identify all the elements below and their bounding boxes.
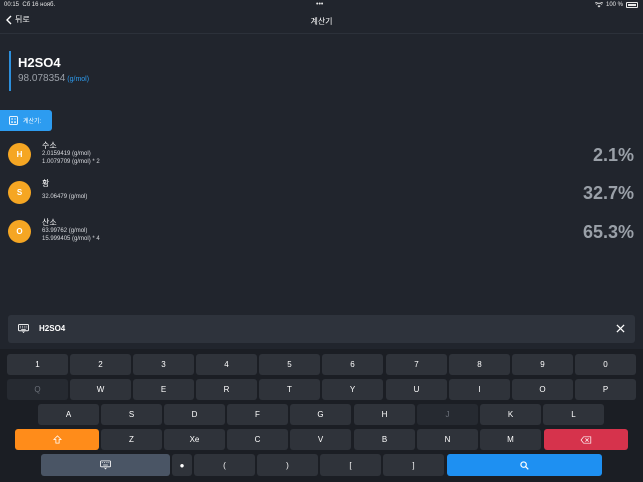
element-row-oxygen: O 산소 63.99762 (g/mol) 15.999405 (g/mol) … bbox=[0, 216, 643, 248]
wifi-icon bbox=[594, 2, 603, 8]
key-d[interactable]: D bbox=[164, 404, 225, 425]
element-badge: O bbox=[8, 220, 31, 243]
key-3[interactable]: 3 bbox=[133, 354, 194, 375]
key-a[interactable]: A bbox=[38, 404, 99, 425]
nav-bar: 뒤로 계산기 bbox=[0, 11, 643, 33]
key-y[interactable]: Y bbox=[322, 379, 383, 400]
key-4[interactable]: 4 bbox=[196, 354, 257, 375]
backspace-icon bbox=[580, 435, 592, 444]
shift-key[interactable] bbox=[15, 429, 99, 450]
element-percent: 2.1% bbox=[592, 145, 634, 165]
element-percent: 32.7% bbox=[582, 183, 634, 203]
element-name: 수소 bbox=[42, 141, 57, 150]
status-right: 100 % bbox=[594, 2, 638, 8]
calculator-icon bbox=[9, 116, 18, 125]
key-open-paren[interactable]: ( bbox=[194, 454, 255, 476]
key-6[interactable]: 6 bbox=[322, 354, 383, 375]
formula-header: H2SO4 98.078354 (g/mol) bbox=[9, 51, 89, 91]
formula-input-value: H2SO4 bbox=[39, 324, 66, 333]
key-close-bracket[interactable]: ] bbox=[383, 454, 444, 476]
key-n[interactable]: N bbox=[417, 429, 478, 450]
key-l[interactable]: L bbox=[543, 404, 604, 425]
key-0[interactable]: 0 bbox=[575, 354, 636, 375]
key-2[interactable]: 2 bbox=[70, 354, 131, 375]
element-mass: 63.99762 (g/mol) bbox=[42, 228, 88, 234]
element-badge: H bbox=[8, 143, 31, 166]
element-name: 산소 bbox=[42, 218, 57, 227]
calculator-tab-label: 계산기: bbox=[23, 119, 42, 125]
key-7[interactable]: 7 bbox=[386, 354, 447, 375]
key-xe[interactable]: Xe bbox=[164, 429, 225, 450]
formula-name: H2SO4 bbox=[18, 55, 61, 70]
formula-mass-unit: (g/mol) bbox=[67, 76, 90, 83]
key-p[interactable]: P bbox=[575, 379, 636, 400]
element-row-hydrogen: H 수소 2.0159419 (g/mol) 1.0079709 (g/mol)… bbox=[0, 139, 643, 171]
element-percent: 65.3% bbox=[582, 222, 634, 242]
key-t[interactable]: T bbox=[259, 379, 320, 400]
element-row-sulfur: S 황 32.06479 (g/mol) 32.7% bbox=[0, 177, 643, 209]
key-g[interactable]: G bbox=[290, 404, 351, 425]
key-c[interactable]: C bbox=[227, 429, 288, 450]
key-5[interactable]: 5 bbox=[259, 354, 320, 375]
key-1[interactable]: 1 bbox=[7, 354, 68, 375]
element-mass: 2.0159419 (g/mol) bbox=[42, 151, 91, 157]
key-m[interactable]: M bbox=[480, 429, 541, 450]
formula-mass: 98.078354 (g/mol) bbox=[18, 73, 90, 84]
element-badge: S bbox=[8, 181, 31, 204]
key-open-bracket[interactable]: [ bbox=[320, 454, 381, 476]
key-k[interactable]: K bbox=[480, 404, 541, 425]
search-key[interactable] bbox=[447, 454, 602, 476]
key-f[interactable]: F bbox=[227, 404, 288, 425]
key-w[interactable]: W bbox=[70, 379, 131, 400]
clear-icon[interactable] bbox=[616, 324, 625, 333]
key-s[interactable]: S bbox=[101, 404, 162, 425]
keyboard-hide-icon bbox=[100, 460, 111, 470]
nav-divider bbox=[0, 33, 643, 34]
key-v[interactable]: V bbox=[290, 429, 351, 450]
element-mass: 32.06479 (g/mol) bbox=[42, 194, 88, 200]
backspace-key[interactable] bbox=[544, 429, 628, 450]
hide-keyboard-key[interactable] bbox=[41, 454, 170, 476]
key-close-paren[interactable]: ) bbox=[257, 454, 318, 476]
multitasking-dots-icon[interactable]: ••• bbox=[316, 1, 323, 8]
key-h[interactable]: H bbox=[354, 404, 415, 425]
element-mass-detail: 1.0079709 (g/mol) * 2 bbox=[42, 159, 100, 165]
status-time-date: 00:15 Сб 16 нояб. bbox=[4, 2, 56, 8]
status-bar: 00:15 Сб 16 нояб. ••• 100 % bbox=[0, 0, 643, 11]
shift-icon bbox=[52, 435, 62, 444]
key-z[interactable]: Z bbox=[101, 429, 162, 450]
key-b[interactable]: B bbox=[354, 429, 415, 450]
key-8[interactable]: 8 bbox=[449, 354, 510, 375]
key-o[interactable]: O bbox=[512, 379, 573, 400]
battery-percent: 100 % bbox=[605, 2, 623, 8]
chemistry-keyboard: 1 2 3 4 5 6 7 8 9 0 Q W E R T Y U I O P … bbox=[0, 349, 643, 482]
key-dot[interactable]: ● bbox=[172, 454, 192, 476]
key-e[interactable]: E bbox=[133, 379, 194, 400]
element-mass-detail: 15.999405 (g/mol) * 4 bbox=[42, 236, 100, 242]
page-title: 계산기 bbox=[310, 17, 333, 26]
calculator-tab[interactable]: 계산기: bbox=[0, 110, 52, 131]
key-j: J bbox=[417, 404, 478, 425]
battery-icon bbox=[626, 2, 638, 8]
key-q: Q bbox=[7, 379, 68, 400]
key-i[interactable]: I bbox=[449, 379, 510, 400]
key-u[interactable]: U bbox=[386, 379, 447, 400]
key-r[interactable]: R bbox=[196, 379, 257, 400]
key-9[interactable]: 9 bbox=[512, 354, 573, 375]
formula-input[interactable]: H2SO4 bbox=[8, 315, 635, 343]
keyboard-icon bbox=[18, 324, 29, 333]
search-icon bbox=[520, 460, 529, 470]
element-name: 황 bbox=[42, 179, 50, 188]
